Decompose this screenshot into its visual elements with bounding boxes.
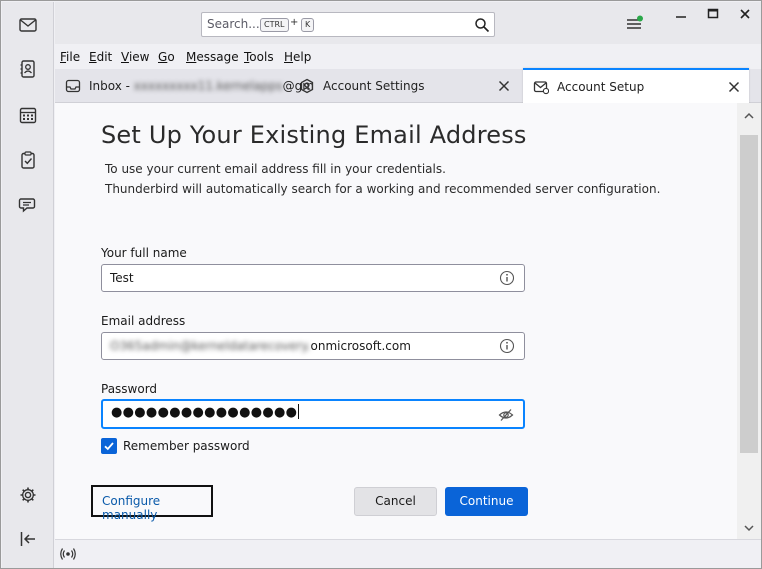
menu-view-accel: V [121,50,129,64]
tab-inbox-account-redacted: xxxxxxxxx11.kernelapps [133,79,283,93]
menu-file-rest: ile [66,50,81,64]
mail-space-icon[interactable] [16,13,40,37]
email-label: Email address [101,314,186,328]
tab-account-setup[interactable]: Account Setup [523,68,749,103]
email-domain-part: onmicrosoft.com [310,339,411,353]
menu-view[interactable]: View [121,50,149,64]
text-caret [298,404,300,419]
configure-manually-button[interactable]: Configure manually [91,485,213,522]
email-field[interactable]: O365admin@kerneldatarecovery.onmicrosoft… [101,332,525,360]
spaces-toolbar [2,2,54,568]
account-setup-page: Set Up Your Existing Email Address To us… [55,103,737,539]
description-line-1: To use your current email address fill i… [105,162,446,176]
menu-go[interactable]: Go [158,50,175,64]
page-title: Set Up Your Existing Email Address [101,121,527,149]
menu-help[interactable]: Help [284,50,311,64]
full-name-field[interactable]: Test [101,264,525,292]
vertical-scrollbar[interactable] [737,103,761,539]
status-bar [55,539,761,568]
menu-help-rest: elp [293,50,312,64]
menu-tools[interactable]: Tools [244,50,274,64]
close-window-button[interactable] [729,2,761,26]
tab-bar: Inbox - xxxxxxxxx11.kernelapps@gm Accoun… [55,68,761,103]
search-placeholder: Search... [207,17,260,31]
show-password-icon[interactable] [498,407,514,423]
configure-manually-label: Configure manually [102,494,161,522]
description-line-2: Thunderbird will automatically search fo… [105,182,661,196]
tab-account-settings-label: Account Settings [323,79,425,93]
minimize-button[interactable] [665,2,697,26]
password-label: Password [101,382,158,396]
password-masked: ●●●●●●●●●●●●●●●● [111,405,298,420]
tab-account-settings[interactable]: Account Settings [289,69,521,103]
menu-message-accel: M [186,50,197,64]
title-bar: Search... CTRL + K [55,2,761,44]
tasks-icon[interactable] [16,148,40,172]
scroll-up-icon[interactable] [742,109,756,123]
menu-view-rest: iew [128,50,150,64]
global-search-box[interactable]: Search... CTRL + K [201,12,495,37]
full-name-label: Your full name [101,246,187,260]
shortcut-key-k: K [301,18,315,32]
shortcut-plus: + [290,17,299,28]
info-icon[interactable] [499,270,515,286]
scroll-down-icon[interactable] [742,521,756,535]
menu-go-accel: G [158,50,168,64]
tab-inbox-label: Inbox - xxxxxxxxx11.kernelapps@gm [89,79,314,93]
menu-edit-accel: E [89,50,97,64]
settings-gear-icon[interactable] [16,483,40,507]
account-setup-icon [533,81,549,95]
inbox-icon [65,79,81,93]
full-name-value: Test [110,271,134,285]
menu-edit[interactable]: Edit [89,50,112,64]
menu-bar: File Edit View Go Message Tools Help [55,45,761,69]
remember-password-label[interactable]: Remember password [123,439,250,453]
tab-inbox[interactable]: Inbox - xxxxxxxxx11.kernelapps@gm [55,69,314,103]
calendar-icon[interactable] [16,103,40,127]
email-redacted-part: O365admin@kerneldatarecovery. [110,339,311,353]
chat-icon[interactable] [16,193,40,217]
search-icon[interactable] [474,17,490,33]
checkmark-icon [104,442,114,451]
password-value: ●●●●●●●●●●●●●●●● [111,404,300,420]
thunderbird-window: Search... CTRL + K File Edit View Go Mes… [0,0,762,569]
menu-message-rest: essage [196,50,239,64]
email-value: O365admin@kerneldatarecovery.onmicrosoft… [110,339,411,353]
cancel-button[interactable]: Cancel [354,487,437,516]
app-menu-icon[interactable] [625,14,643,32]
menu-message[interactable]: Message [186,50,239,64]
continue-button[interactable]: Continue [445,487,528,516]
menu-file[interactable]: File [60,50,80,64]
collapse-spaces-icon[interactable] [16,527,40,551]
menu-help-accel: H [284,50,294,64]
account-settings-icon [300,78,314,94]
menu-go-rest: o [167,50,175,64]
tab-account-setup-label: Account Setup [557,80,645,94]
tab-inbox-prefix: Inbox - [89,79,134,93]
close-tab-icon[interactable] [495,77,513,95]
address-book-icon[interactable] [16,57,40,81]
menu-edit-rest: dit [96,50,113,64]
close-tab-icon[interactable] [725,78,743,96]
scrollbar-thumb[interactable] [740,135,758,453]
remember-password-checkbox[interactable] [101,438,117,454]
password-field[interactable]: ●●●●●●●●●●●●●●●● [101,399,525,429]
shortcut-key-ctrl: CTRL [260,18,289,32]
info-icon[interactable] [499,338,515,354]
menu-tools-rest: ools [249,50,274,64]
maximize-button[interactable] [697,2,729,26]
online-status-icon[interactable] [59,545,77,563]
